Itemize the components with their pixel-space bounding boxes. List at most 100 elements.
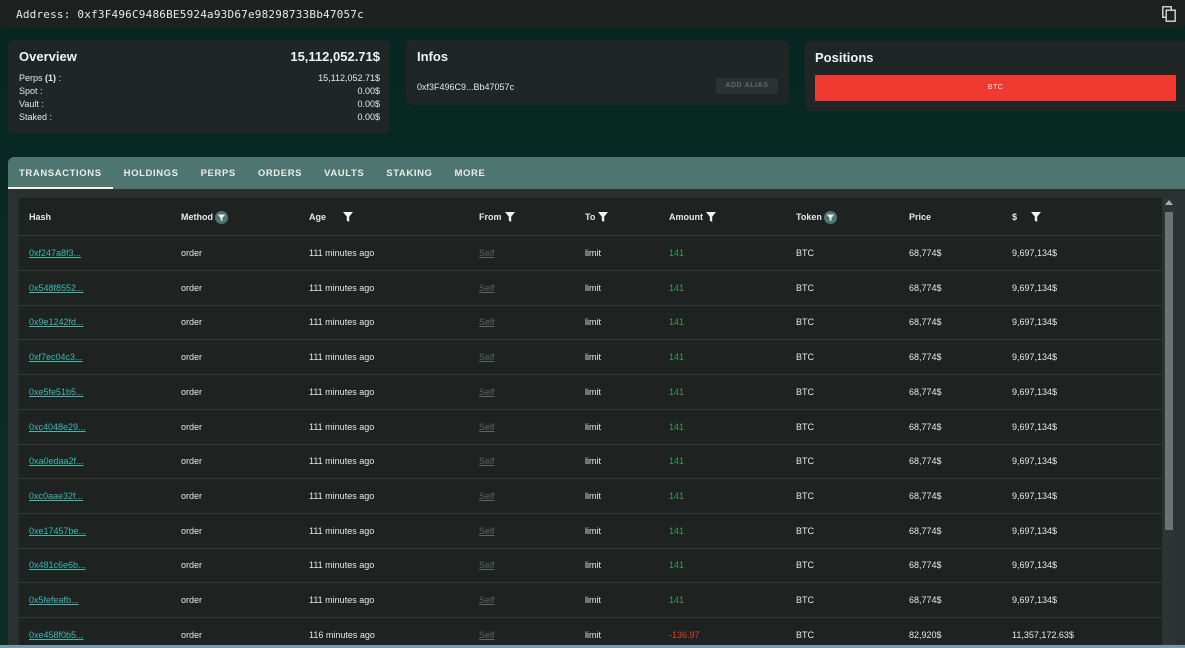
positions-title: Positions <box>815 50 874 65</box>
hash-link[interactable]: 0xe17457be... <box>29 514 86 548</box>
from-link[interactable]: Self <box>479 375 495 409</box>
hash-link-text[interactable]: 0x5fefeafb... <box>29 595 79 605</box>
positions-card: Positions BTC <box>805 41 1185 111</box>
price-cell-text: 68,774$ <box>909 352 942 363</box>
token-cell: BTC <box>796 375 814 409</box>
column-amount[interactable]: Amount <box>669 198 716 236</box>
column-usd[interactable]: $ <box>1012 198 1042 236</box>
amount-cell: -136.97 <box>669 618 700 648</box>
filter-icon[interactable] <box>823 210 837 224</box>
usd-cell-text: 9,697,134$ <box>1012 282 1058 293</box>
column-age[interactable]: Age <box>309 198 354 236</box>
price-cell: 68,774$ <box>909 410 942 444</box>
table-row: 0xf247a8f3... order 111 minutes ago Self lim… <box>19 236 1162 271</box>
amount-cell-text: 141 <box>669 560 685 571</box>
hash-link[interactable]: 0x548f8552... <box>29 271 84 305</box>
from-link[interactable]: Self <box>479 583 495 617</box>
column-method[interactable]: Method <box>181 198 228 236</box>
amount-cell-text: 141 <box>669 421 685 432</box>
overview-card: Overview 15,112,052.71$ Perps (1) : 15,1… <box>8 40 390 134</box>
filter-icon[interactable] <box>1031 212 1042 222</box>
scroll-thumb[interactable] <box>1165 212 1173 530</box>
hash-link[interactable]: 0x481c6e6b... <box>29 548 86 582</box>
from-link[interactable]: Self <box>479 618 495 648</box>
column-price: Price <box>909 212 932 222</box>
filter-icon[interactable] <box>598 212 609 222</box>
hash-link-text[interactable]: 0xa0edaa2f... <box>29 456 84 466</box>
from-link[interactable]: Self <box>479 340 495 374</box>
tab-vaults[interactable]: VAULTS <box>313 157 375 189</box>
age-cell: 111 minutes ago <box>309 583 374 617</box>
hash-link[interactable]: 0xf247a8f3... <box>29 236 81 270</box>
amount-cell-text: 141 <box>669 525 685 536</box>
token-cell-text: BTC <box>796 560 814 571</box>
hash-link-text[interactable]: 0x481c6e6b... <box>29 560 86 570</box>
from-link[interactable]: Self <box>479 236 495 270</box>
age-cell-text: 111 minutes ago <box>309 595 375 605</box>
from-link[interactable]: Self <box>479 271 495 305</box>
to-cell: limit <box>585 548 601 582</box>
hash-link-text[interactable]: 0x9e1242fd... <box>29 317 84 327</box>
from-link-text[interactable]: Self <box>479 317 495 327</box>
hash-link-text[interactable]: 0xf7ec04c3... <box>29 352 83 362</box>
hash-link-text[interactable]: 0xc4048e29... <box>29 422 86 432</box>
column-token[interactable]: Token <box>796 198 837 236</box>
from-link[interactable]: Self <box>479 548 495 582</box>
tab-perps[interactable]: PERPS <box>190 157 247 189</box>
from-link[interactable]: Self <box>479 305 495 339</box>
method-cell-text: order <box>181 421 203 432</box>
hash-link[interactable]: 0x9e1242fd... <box>29 305 84 339</box>
from-link-text[interactable]: Self <box>479 560 495 570</box>
tab-orders[interactable]: ORDERS <box>247 157 313 189</box>
hash-link[interactable]: 0xa0edaa2f... <box>29 444 84 478</box>
scroll-up-arrow-icon[interactable] <box>1165 200 1173 205</box>
tab-more[interactable]: MORE <box>444 157 497 189</box>
hash-link-text[interactable]: 0xe5fe51b5... <box>29 387 84 397</box>
hash-link[interactable]: 0xc0aae32f... <box>29 479 83 513</box>
from-link-text[interactable]: Self <box>479 352 495 362</box>
tab-staking[interactable]: STAKING <box>375 157 443 189</box>
hash-link[interactable]: 0xe5fe51b5... <box>29 375 84 409</box>
hash-link[interactable]: 0xc4048e29... <box>29 410 86 444</box>
tab-transactions[interactable]: TRANSACTIONS <box>8 157 113 189</box>
from-link[interactable]: Self <box>479 410 495 444</box>
from-link-text[interactable]: Self <box>479 283 495 293</box>
to-cell: limit <box>585 618 601 648</box>
filter-icon[interactable] <box>215 210 228 224</box>
filter-icon[interactable] <box>706 212 716 222</box>
from-link[interactable]: Self <box>479 514 495 548</box>
from-link-text[interactable]: Self <box>479 456 495 466</box>
from-link-text[interactable]: Self <box>479 422 495 432</box>
filter-icon[interactable] <box>343 212 354 222</box>
column-to[interactable]: To <box>585 198 609 236</box>
add-alias-button[interactable]: ADD ALIAS <box>716 78 778 94</box>
column-from[interactable]: From <box>479 198 515 236</box>
from-link[interactable]: Self <box>479 444 495 478</box>
hash-link[interactable]: 0xf7ec04c3... <box>29 340 83 374</box>
from-link-text[interactable]: Self <box>479 491 495 501</box>
from-link-text[interactable]: Self <box>479 248 495 258</box>
token-cell: BTC <box>796 271 814 305</box>
amount-cell: 141 <box>669 305 684 339</box>
table-scrollbar[interactable] <box>1163 198 1175 648</box>
from-link-text[interactable]: Self <box>479 595 495 605</box>
hash-link-text[interactable]: 0xe17457be... <box>29 526 86 536</box>
filter-icon[interactable] <box>504 212 515 222</box>
tab-holdings[interactable]: HOLDINGS <box>113 157 190 189</box>
position-btc-bar[interactable]: BTC <box>815 75 1176 101</box>
hash-link-text[interactable]: 0xf247a8f3... <box>29 248 81 258</box>
hash-link[interactable]: 0x5fefeafb... <box>29 583 79 617</box>
from-link-text[interactable]: Self <box>479 526 495 536</box>
from-link-text[interactable]: Self <box>479 630 495 640</box>
from-link[interactable]: Self <box>479 479 495 513</box>
tab-bar: TRANSACTIONS HOLDINGS PERPS ORDERS VAULT… <box>8 157 1185 189</box>
age-cell: 116 minutes ago <box>309 618 375 648</box>
hash-link-text[interactable]: 0xc0aae32f... <box>29 491 83 501</box>
from-link-text[interactable]: Self <box>479 387 495 397</box>
age-cell-text: 111 minutes ago <box>309 560 375 571</box>
usd-cell-text: 11,357,172.63$ <box>1012 629 1074 640</box>
hash-link-text[interactable]: 0xe458f0b5... <box>29 630 84 640</box>
hash-link-text[interactable]: 0x548f8552... <box>29 283 84 293</box>
hash-link[interactable]: 0xe458f0b5... <box>29 618 84 648</box>
copy-icon[interactable] <box>1162 6 1176 22</box>
